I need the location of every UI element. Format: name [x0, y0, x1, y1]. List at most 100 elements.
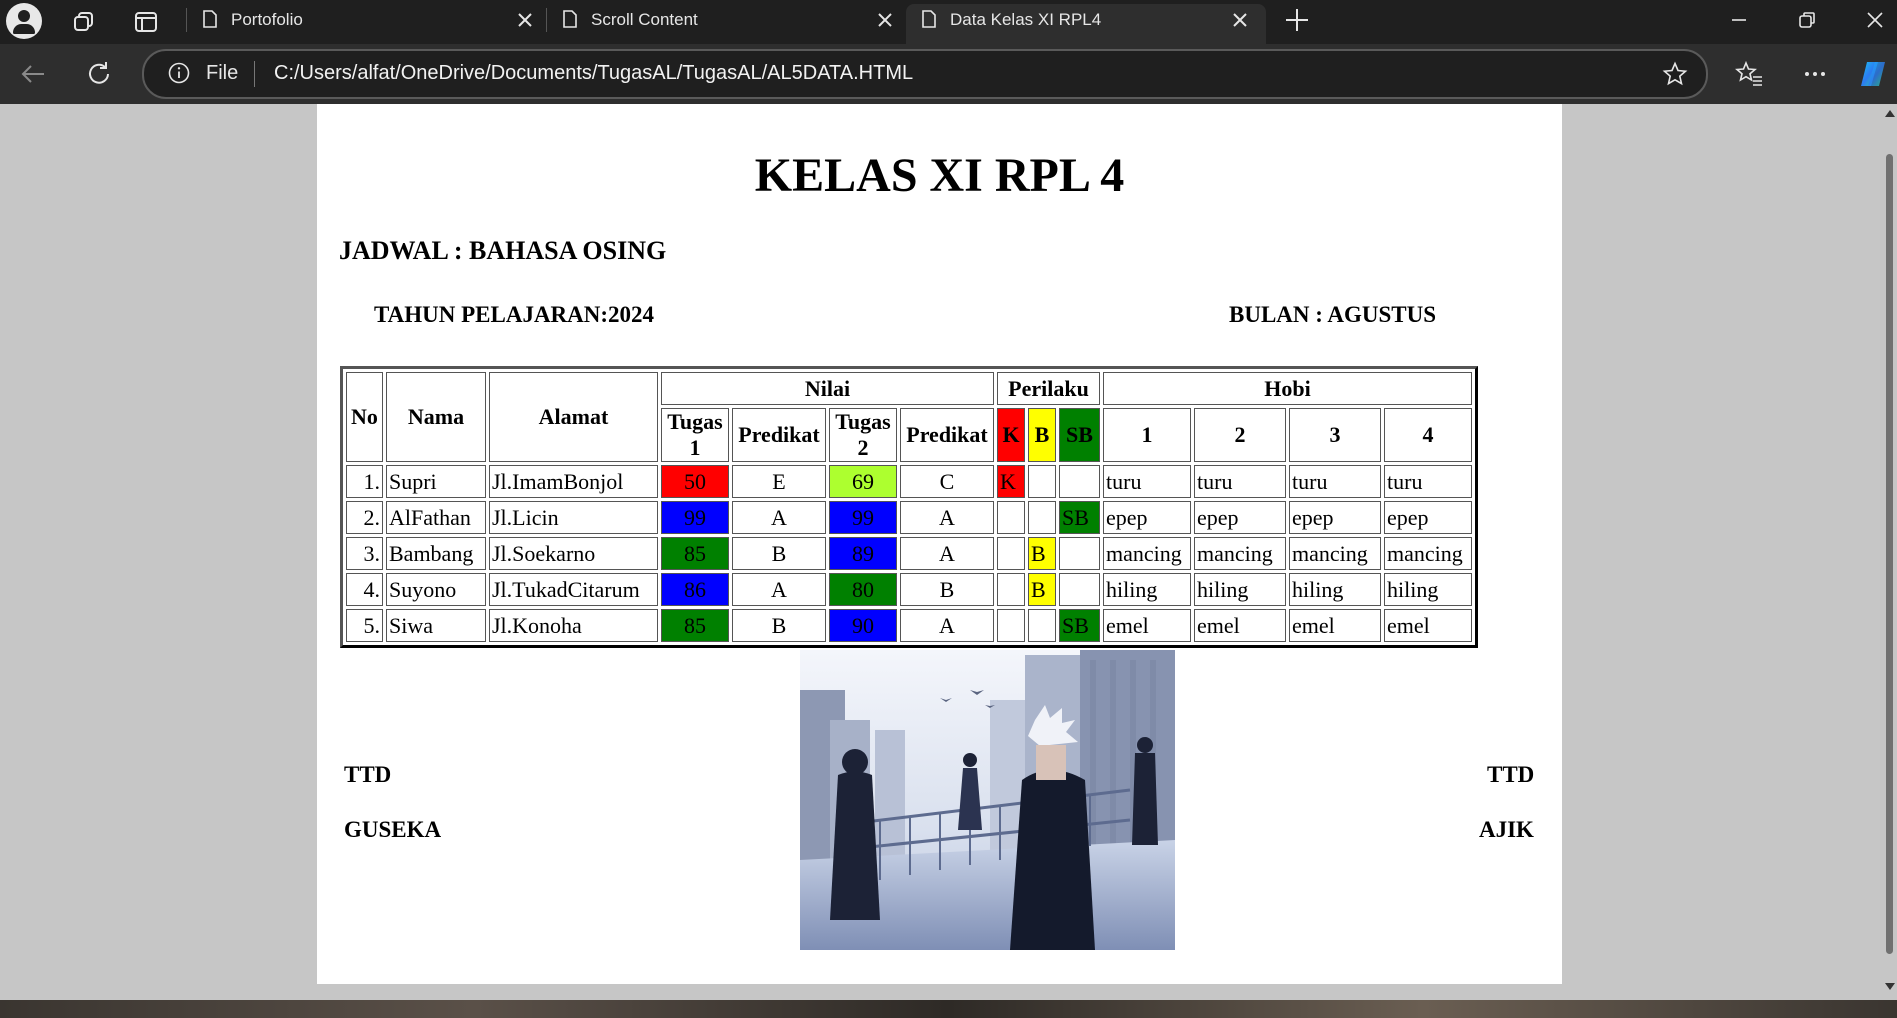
- star-icon[interactable]: [1662, 61, 1688, 87]
- cell-tugas-1: 85: [661, 609, 729, 642]
- scroll-up-icon[interactable]: [1885, 110, 1895, 117]
- document-icon: [922, 10, 936, 28]
- header-alamat: Alamat: [489, 372, 658, 462]
- cell-predikat-1: A: [732, 573, 826, 606]
- document-icon: [203, 10, 217, 28]
- cell-predikat-2: A: [900, 501, 994, 534]
- cell-perilaku-sb: [1059, 537, 1100, 570]
- header-nama: Nama: [386, 372, 486, 462]
- tab-portofolio[interactable]: Portofolio: [187, 0, 544, 40]
- schedule-heading: JADWAL : BAHASA OSING: [339, 236, 667, 265]
- cell-hobi-3: mancing: [1289, 537, 1381, 570]
- header-hobi-4: 4: [1384, 408, 1472, 462]
- minimize-icon[interactable]: [1727, 8, 1751, 32]
- header-hobi-3: 3: [1289, 408, 1381, 462]
- url-scheme: File: [206, 62, 239, 84]
- cell-predikat-2: B: [900, 573, 994, 606]
- cell-predikat-1: B: [732, 537, 826, 570]
- cell-predikat-2: A: [900, 609, 994, 642]
- cell-alamat: Jl.Licin: [489, 501, 658, 534]
- cell-hobi-1: epep: [1103, 501, 1191, 534]
- browser-toolbar: File C:/Users/alfat/OneDrive/Documents/T…: [0, 44, 1897, 104]
- header-k: K: [997, 408, 1025, 462]
- cell-hobi-3: hiling: [1289, 573, 1381, 606]
- cell-predikat-1: A: [732, 501, 826, 534]
- cell-perilaku-b: [1028, 609, 1056, 642]
- student-table: No Nama Alamat Nilai Perilaku Hobi Tugas…: [340, 366, 1478, 648]
- cell-hobi-4: emel: [1384, 609, 1472, 642]
- close-icon[interactable]: [877, 12, 893, 28]
- cell-hobi-2: mancing: [1194, 537, 1286, 570]
- workspaces-icon[interactable]: [70, 8, 98, 36]
- back-arrow-icon[interactable]: [18, 59, 48, 89]
- header-no: No: [346, 372, 383, 462]
- cell-perilaku-b: B: [1028, 573, 1056, 606]
- header-hobi-2: 2: [1194, 408, 1286, 462]
- cell-perilaku-b: B: [1028, 537, 1056, 570]
- cell-tugas-1: 50: [661, 465, 729, 498]
- cell-hobi-1: turu: [1103, 465, 1191, 498]
- cell-hobi-4: turu: [1384, 465, 1472, 498]
- restore-icon[interactable]: [1795, 8, 1819, 32]
- signature-left-name: GUSEKA: [344, 817, 442, 842]
- cell-perilaku-k: K: [997, 465, 1025, 498]
- cell-nama: AlFathan: [386, 501, 486, 534]
- info-icon[interactable]: [168, 62, 190, 84]
- table-row: 2. AlFathan Jl.Licin 99 A 99 A SB epep epep epep ep…: [346, 501, 1472, 534]
- cell-hobi-4: mancing: [1384, 537, 1472, 570]
- tab-scroll-content[interactable]: Scroll Content: [547, 0, 903, 40]
- favorites-icon[interactable]: [1734, 59, 1764, 89]
- tab-data-kelas[interactable]: Data Kelas XI RPL4: [906, 4, 1266, 44]
- cell-predikat-2: C: [900, 465, 994, 498]
- scroll-thumb[interactable]: [1886, 154, 1893, 954]
- scroll-down-icon[interactable]: [1885, 983, 1895, 990]
- header-predikat-2: Predikat: [900, 408, 994, 462]
- cell-tugas-1: 85: [661, 537, 729, 570]
- table-row: 1. Supri Jl.ImamBonjol 50 E 69 C Kturu turu turu t…: [346, 465, 1472, 498]
- cell-perilaku-sb: SB: [1059, 609, 1100, 642]
- cell-hobi-1: mancing: [1103, 537, 1191, 570]
- header-nilai: Nilai: [661, 372, 994, 405]
- more-icon[interactable]: [1800, 59, 1830, 89]
- tab-title: Portofolio: [231, 10, 303, 29]
- signature-right-name: AJIK: [1479, 817, 1534, 842]
- header-tugas-2: Tugas 2: [829, 408, 897, 462]
- cell-hobi-1: hiling: [1103, 573, 1191, 606]
- address-bar[interactable]: File C:/Users/alfat/OneDrive/Documents/T…: [142, 49, 1708, 99]
- cell-perilaku-b: [1028, 501, 1056, 534]
- illustration-image: [800, 650, 1175, 950]
- cell-no: 2.: [346, 501, 383, 534]
- tab-title: Data Kelas XI RPL4: [950, 10, 1102, 29]
- close-icon[interactable]: [1232, 12, 1248, 28]
- table-body: 1. Supri Jl.ImamBonjol 50 E 69 C Kturu turu turu t…: [346, 465, 1472, 642]
- cell-perilaku-k: [997, 609, 1025, 642]
- cell-predikat-2: A: [900, 537, 994, 570]
- cell-nama: Suyono: [386, 573, 486, 606]
- document-page: KELAS XI RPL 4 JADWAL : BAHASA OSING TAH…: [317, 104, 1562, 984]
- refresh-icon[interactable]: [84, 59, 114, 89]
- vertical-scrollbar[interactable]: [1882, 104, 1897, 1000]
- copilot-icon[interactable]: [1858, 59, 1888, 89]
- cell-alamat: Jl.Konoha: [489, 609, 658, 642]
- cell-hobi-3: epep: [1289, 501, 1381, 534]
- cell-no: 5.: [346, 609, 383, 642]
- profile-icon[interactable]: [6, 3, 42, 39]
- header-sb: SB: [1059, 408, 1100, 462]
- cell-no: 4.: [346, 573, 383, 606]
- plus-icon[interactable]: [1283, 6, 1311, 34]
- school-year: TAHUN PELAJARAN:2024: [374, 302, 655, 327]
- month-label: BULAN : AGUSTUS: [1229, 302, 1437, 327]
- cell-alamat: Jl.Soekarno: [489, 537, 658, 570]
- document-icon: [563, 10, 577, 28]
- cell-hobi-2: hiling: [1194, 573, 1286, 606]
- cell-tugas-2: 80: [829, 573, 897, 606]
- cell-perilaku-k: [997, 573, 1025, 606]
- vertical-tabs-icon[interactable]: [132, 8, 160, 36]
- cell-predikat-1: E: [732, 465, 826, 498]
- cell-tugas-1: 86: [661, 573, 729, 606]
- cell-alamat: Jl.ImamBonjol: [489, 465, 658, 498]
- url-text[interactable]: C:/Users/alfat/OneDrive/Documents/TugasA…: [274, 62, 913, 85]
- cell-nama: Supri: [386, 465, 486, 498]
- close-icon[interactable]: [517, 12, 533, 28]
- window-close-icon[interactable]: [1863, 8, 1887, 32]
